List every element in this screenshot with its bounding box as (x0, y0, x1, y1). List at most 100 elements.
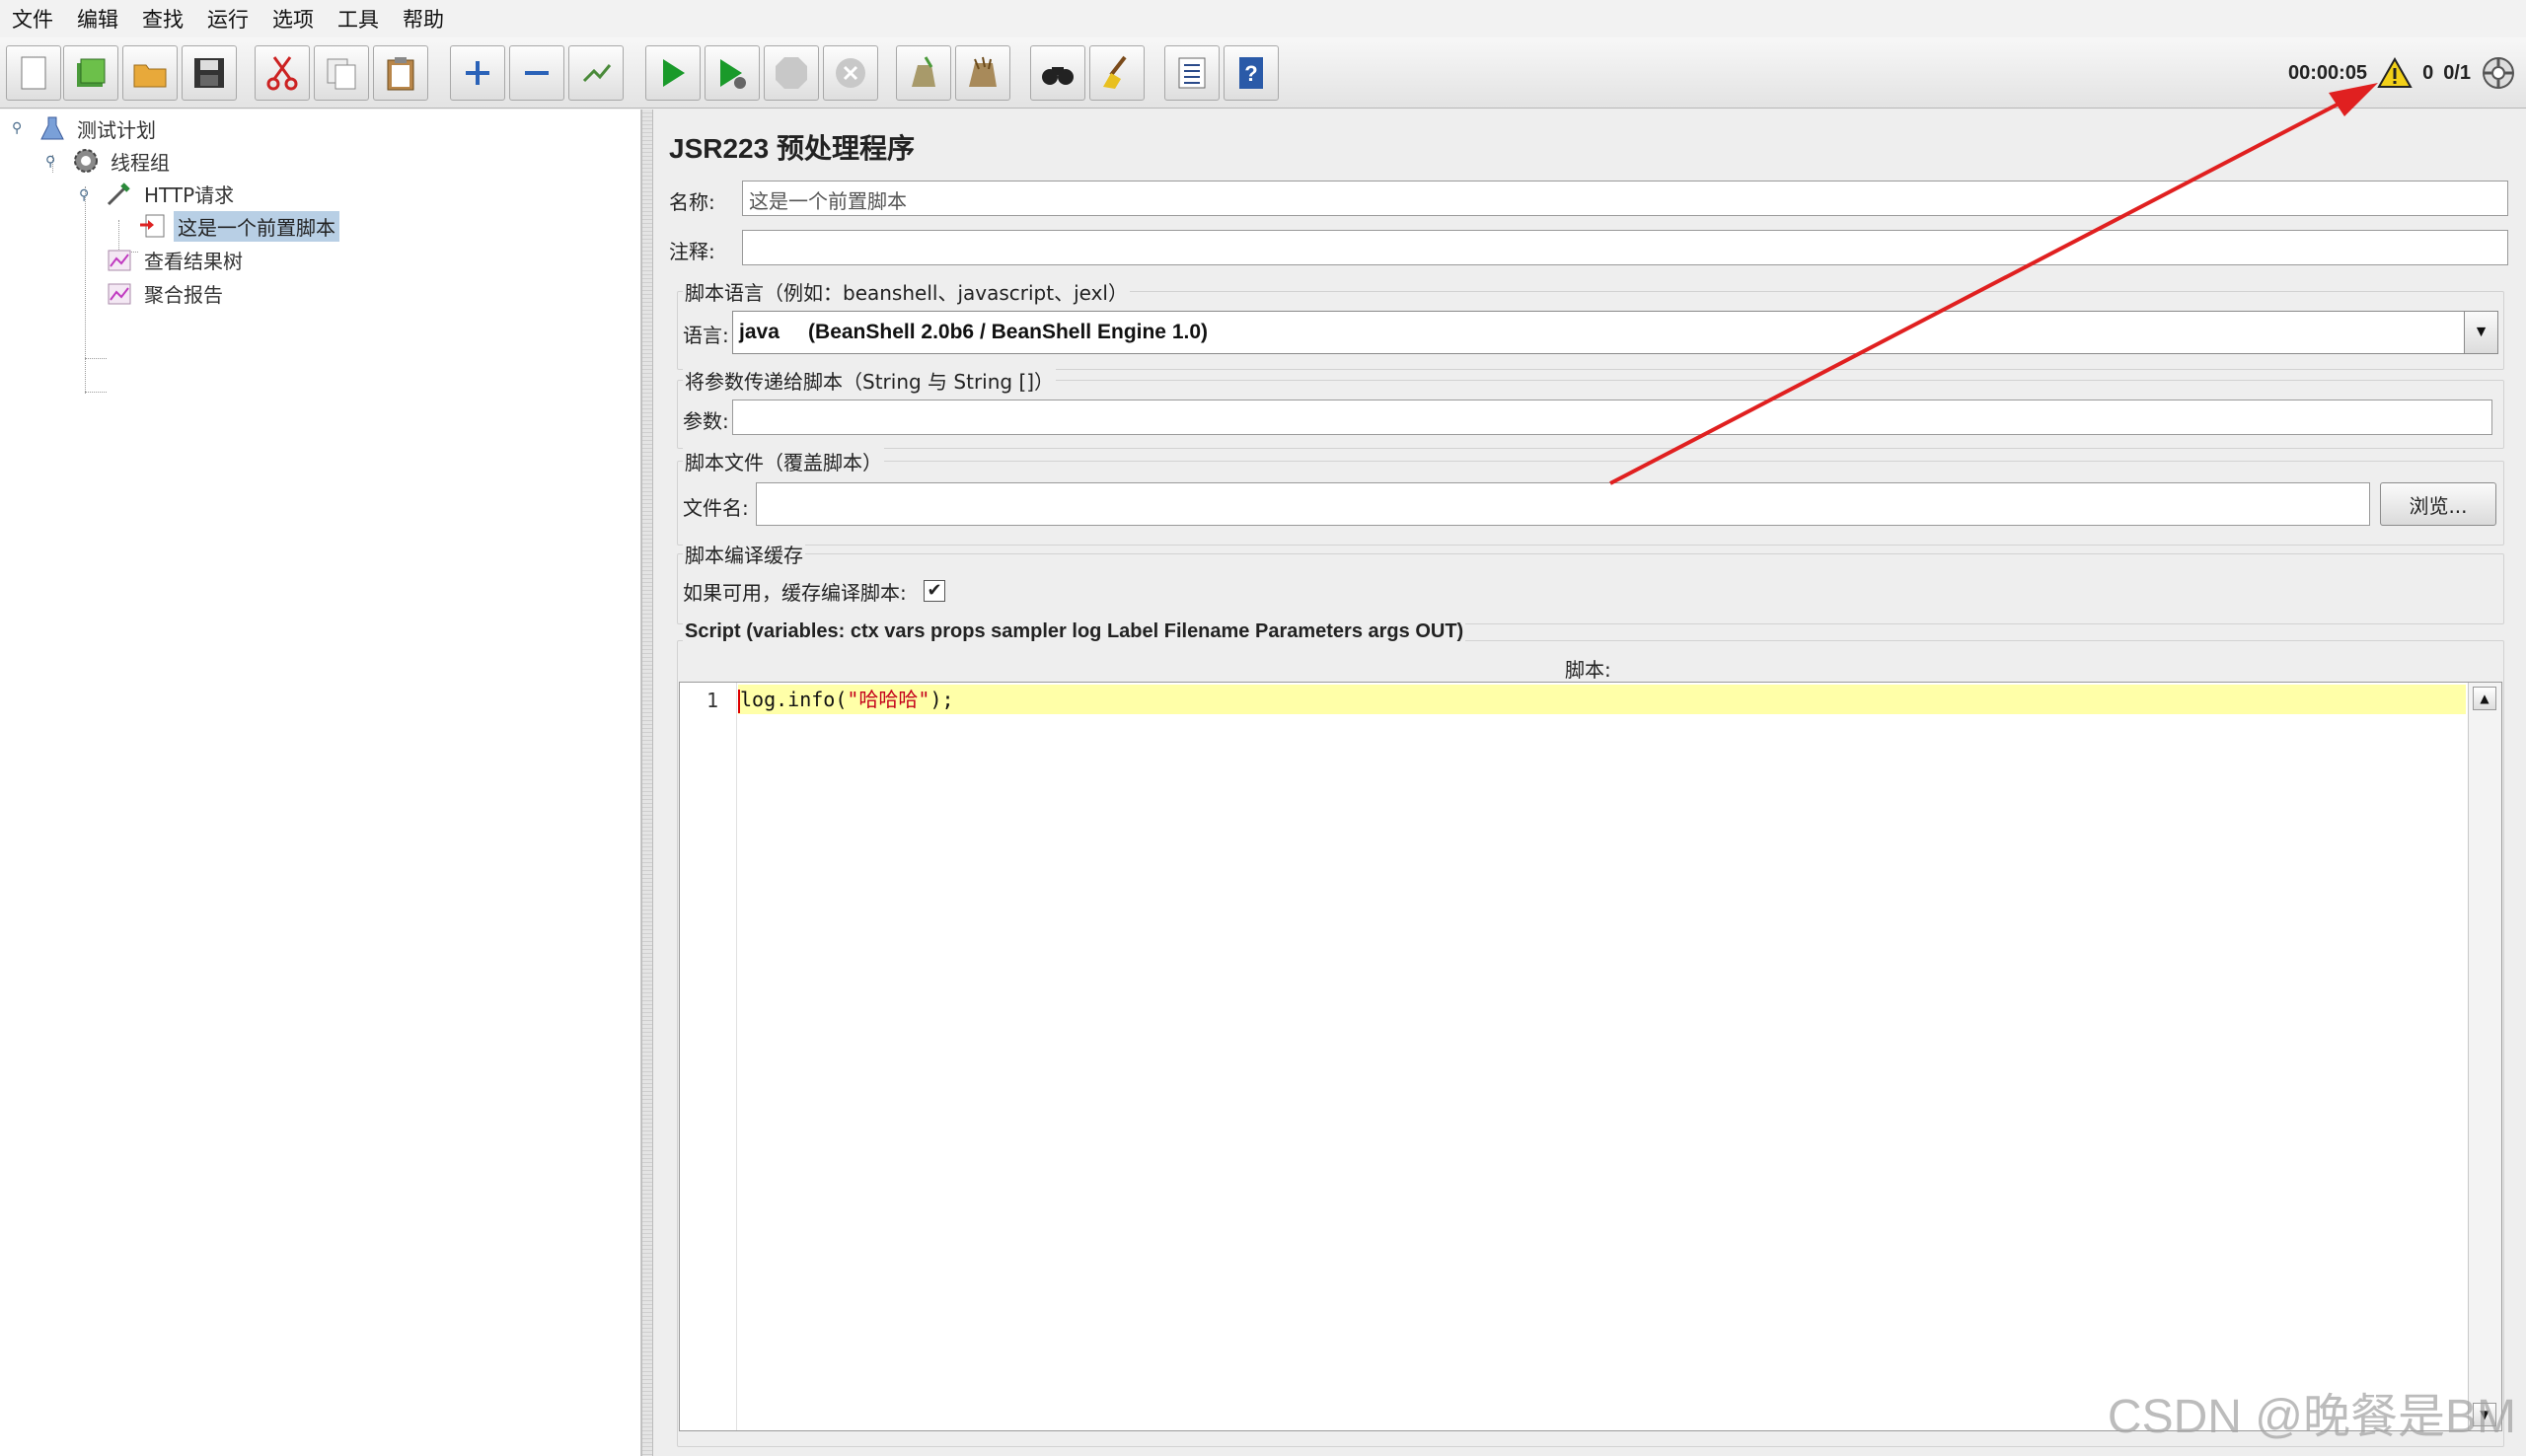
start-no-pause-icon (720, 59, 746, 89)
copy-button[interactable] (314, 45, 369, 101)
copy-icon (327, 58, 356, 90)
menu-options[interactable]: 选项 (272, 4, 314, 34)
editor-scrollbar[interactable]: ▲ ▼ (2468, 683, 2501, 1430)
stop-button[interactable] (764, 45, 819, 101)
cache-label: 如果可用，缓存编译脚本: (683, 581, 907, 605)
language-select-value: java (BeanShell 2.0b6 / BeanShell Engine… (739, 321, 1209, 343)
code-line[interactable]: log.info("哈哈哈"); (738, 685, 2466, 714)
expander-http-request[interactable]: ⚲ (79, 188, 93, 202)
tree-node-http-request[interactable]: HTTP请求 (105, 178, 238, 209)
tree-node-aggregate-report[interactable]: 聚合报告 (105, 277, 227, 309)
search-button[interactable] (1030, 45, 1085, 101)
elapsed-timer: 00:00:05 (2288, 61, 2368, 84)
scroll-up-icon[interactable]: ▲ (2473, 687, 2496, 710)
clear-icon (912, 56, 935, 87)
tree-node-pre-script[interactable]: 这是一个前置脚本 (138, 210, 339, 242)
status-area: 00:00:05 0 0/1 (2230, 37, 2526, 109)
warning-icon[interactable] (2377, 57, 2413, 89)
chevron-down-icon[interactable]: ▼ (2464, 312, 2497, 353)
language-label: 语言: (683, 324, 729, 347)
comment-field[interactable] (742, 230, 2508, 265)
start-button[interactable] (645, 45, 701, 101)
tree-guide (85, 358, 107, 359)
page-title: JSR223 预处理程序 (669, 133, 915, 164)
templates-button[interactable] (63, 45, 118, 101)
gear-icon (74, 149, 98, 173)
menu-run[interactable]: 运行 (207, 4, 249, 34)
menu-help[interactable]: 帮助 (403, 4, 444, 34)
svg-text:?: ? (1244, 61, 1257, 86)
jsr223-preprocessor-form: JSR223 预处理程序 名称: 这是一个前置脚本 注释: 脚本语言（例如：be… (653, 109, 2526, 1456)
script-editor[interactable]: 1 log.info("哈哈哈"); ▲ ▼ (679, 682, 2502, 1431)
menu-edit[interactable]: 编辑 (77, 4, 118, 34)
params-label: 参数: (683, 409, 729, 433)
reset-search-icon (1103, 55, 1127, 89)
params-group-title: 将参数传递给脚本（String 与 String []） (683, 366, 1057, 395)
tree-node-label: 线程组 (111, 150, 170, 175)
menu-file[interactable]: 文件 (12, 4, 53, 34)
cut-button[interactable] (255, 45, 310, 101)
save-icon (194, 58, 224, 88)
panel-splitter[interactable] (641, 109, 653, 1456)
active-threads: 0/1 (2443, 61, 2471, 84)
tree-guide (85, 392, 107, 393)
new-button[interactable] (6, 45, 61, 101)
help-button[interactable]: ? (1224, 45, 1279, 101)
paste-icon (387, 57, 414, 91)
listener-icon (108, 283, 131, 305)
expand-icon (466, 61, 489, 85)
file-name-label: 文件名: (683, 496, 749, 520)
tree-node-label: 查看结果树 (144, 249, 243, 273)
language-select[interactable]: java (BeanShell 2.0b6 / BeanShell Engine… (732, 311, 2498, 354)
open-button[interactable] (122, 45, 178, 101)
stop-icon (776, 57, 807, 89)
expand-all-button[interactable] (450, 45, 505, 101)
remote-engine-icon[interactable] (2481, 55, 2516, 91)
clear-button[interactable] (896, 45, 951, 101)
language-group-title: 脚本语言（例如：beanshell、javascript、jexl） (683, 277, 1130, 306)
reset-search-button[interactable] (1089, 45, 1145, 101)
paste-button[interactable] (373, 45, 428, 101)
tree-guide (85, 186, 86, 394)
function-helper-button[interactable] (1164, 45, 1220, 101)
tree-node-test-plan[interactable]: 测试计划 (37, 112, 160, 144)
menu-search[interactable]: 查找 (142, 4, 184, 34)
name-field[interactable]: 这是一个前置脚本 (742, 181, 2508, 216)
browse-button[interactable]: 浏览... (2380, 482, 2496, 526)
clear-all-button[interactable] (955, 45, 1010, 101)
cut-icon (266, 56, 298, 91)
name-label: 名称: (669, 190, 715, 214)
line-gutter: 1 (680, 683, 737, 1430)
tree-node-thread-group[interactable]: 线程组 (71, 145, 174, 177)
test-plan-tree: ⚲ ⚲ ⚲ 测试计划 线程组 HTTP请求 这是一个前置脚本 查看结果树 聚合报… (0, 109, 641, 1456)
compile-cache-group (677, 553, 2504, 624)
menubar: 文件 编辑 查找 运行 选项 工具 帮助 (0, 0, 2526, 37)
toolbar: ? (0, 37, 2526, 109)
start-no-pause-button[interactable] (705, 45, 760, 101)
tree-node-results-tree[interactable]: 查看结果树 (105, 244, 247, 275)
expander-thread-group[interactable]: ⚲ (45, 155, 59, 169)
expander-test-plan[interactable]: ⚲ (12, 121, 26, 135)
clear-all-icon (969, 56, 997, 87)
help-icon: ? (1239, 57, 1263, 89)
watermark: CSDN @晚餐是BM (2107, 1391, 2516, 1443)
comment-label: 注释: (669, 240, 715, 263)
collapse-all-button[interactable] (509, 45, 564, 101)
line-number: 1 (706, 689, 718, 712)
tree-node-label: 测试计划 (77, 117, 156, 142)
shutdown-button[interactable] (823, 45, 878, 101)
search-icon (1042, 67, 1074, 85)
test-plan-icon (40, 116, 64, 140)
function-helper-icon (1178, 57, 1206, 89)
start-icon (663, 59, 685, 87)
save-button[interactable] (182, 45, 237, 101)
script-group-title: Script (variables: ctx vars props sample… (683, 620, 1466, 643)
warning-count: 0 (2422, 61, 2434, 84)
params-field[interactable] (732, 400, 2492, 435)
file-name-field[interactable] (756, 482, 2370, 526)
cache-checkbox[interactable]: ✔ (924, 580, 945, 602)
toggle-button[interactable] (568, 45, 624, 101)
templates-icon (77, 58, 106, 87)
menu-tools[interactable]: 工具 (337, 4, 379, 34)
collapse-icon (525, 71, 549, 75)
